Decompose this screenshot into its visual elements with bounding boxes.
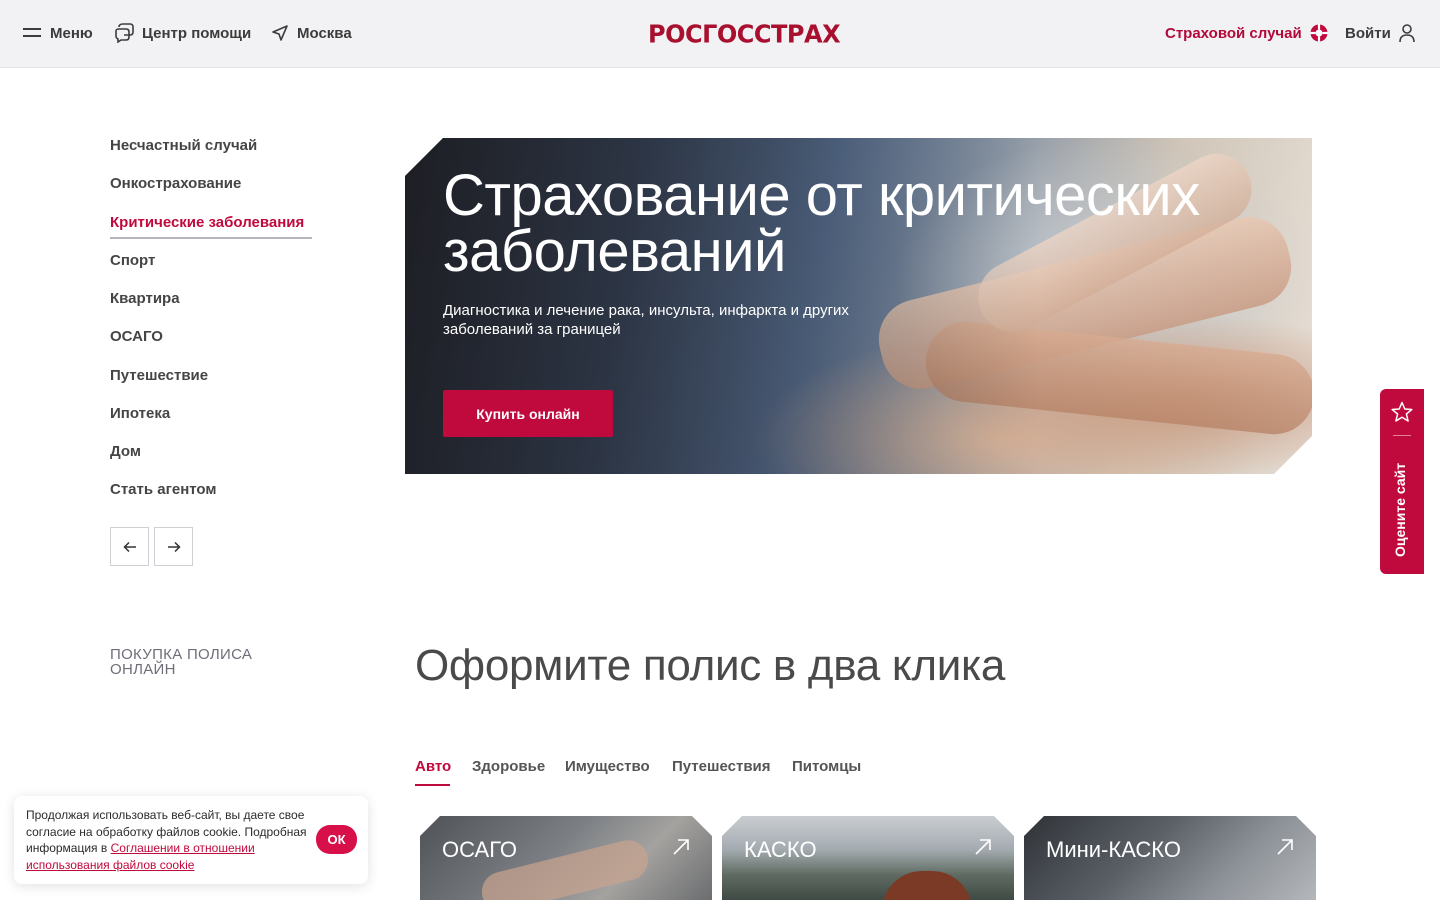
tab-travel[interactable]: Путешествия (672, 758, 771, 775)
sidebar-item-critical-illness[interactable]: Критические заболевания (110, 214, 304, 231)
menu-label: Меню (50, 24, 93, 42)
cookie-notice: Продолжая использовать веб-сайт, вы дает… (14, 796, 368, 884)
next-slide-button[interactable] (154, 527, 193, 566)
tab-property[interactable]: Имущество (565, 758, 650, 775)
active-tab-underline (415, 784, 450, 786)
insurance-claim-label: Страховой случай (1165, 24, 1302, 42)
star-icon (1391, 401, 1413, 422)
arrow-up-right-icon (974, 838, 992, 856)
sidebar-item-oncology[interactable]: Онкострахование (110, 175, 241, 192)
hero-title: Страхование от критических заболеваний (443, 163, 1200, 284)
arrow-up-right-icon (1276, 838, 1294, 856)
cookie-text: Продолжая использовать веб-сайт, вы дает… (26, 808, 307, 872)
active-item-underline (110, 237, 312, 239)
login-button[interactable]: Войти (1345, 22, 1423, 44)
prev-slide-button[interactable] (110, 527, 149, 566)
arrow-right-icon (167, 541, 181, 552)
tab-pets[interactable]: Питомцы (792, 758, 861, 775)
sidebar-item-house[interactable]: Дом (110, 443, 141, 460)
product-card-osago[interactable]: ОСАГО (420, 816, 712, 900)
hero-subtitle: Диагностика и лечение рака, инсульта, ин… (443, 302, 849, 338)
sidebar-item-accident[interactable]: Несчастный случай (110, 137, 257, 154)
help-center-label: Центр помощи (142, 24, 252, 42)
user-icon (1398, 23, 1415, 42)
sidebar-item-mortgage[interactable]: Ипотека (110, 405, 170, 422)
city-selector[interactable]: Москва (271, 22, 352, 44)
sidebar-item-osago[interactable]: ОСАГО (110, 328, 163, 345)
sidebar-item-apartment[interactable]: Квартира (110, 290, 180, 307)
sidebar-item-sport[interactable]: Спорт (110, 252, 155, 269)
lifebuoy-icon (1310, 24, 1328, 42)
product-card-title: Мини-КАСКО (1046, 837, 1181, 862)
rate-site-label: Оцените сайт (1392, 462, 1408, 557)
login-label: Войти (1345, 24, 1391, 42)
section-label: ПОКУПКА ПОЛИСА ОНЛАЙН (110, 646, 253, 678)
arrow-left-icon (122, 541, 136, 552)
sidebar-item-become-agent[interactable]: Стать агентом (110, 481, 216, 498)
rate-site-tab[interactable]: Оцените сайт (1380, 389, 1424, 574)
buy-online-button[interactable]: Купить онлайн (443, 390, 613, 437)
insurance-claim-link[interactable]: Страховой случай (1165, 22, 1336, 44)
sidebar-item-travel[interactable]: Путешествие (110, 367, 208, 384)
help-center-link[interactable]: Центр помощи (115, 22, 251, 44)
hamburger-icon (23, 28, 41, 37)
product-card-mini-kasko[interactable]: Мини-КАСКО (1024, 816, 1316, 900)
tab-auto[interactable]: Авто (415, 758, 451, 775)
cookie-ok-button[interactable]: ОК (316, 825, 357, 854)
tab-health[interactable]: Здоровье (472, 758, 545, 775)
help-chat-icon (115, 23, 134, 43)
rosgosstrakh-logo[interactable]: РОСГОССТРАХ (648, 19, 841, 48)
header: Меню Центр помощи Москва РОСГОССТРАХ Стр… (0, 0, 1440, 68)
product-card-title: ОСАГО (442, 837, 517, 862)
location-arrow-icon (272, 25, 288, 41)
city-label: Москва (297, 24, 352, 42)
product-card-kasko[interactable]: КАСКО (722, 816, 1014, 900)
section-title: Оформите полис в два клика (415, 641, 1006, 690)
hero-banner: Страхование от критических заболеваний Д… (405, 138, 1312, 474)
menu-button[interactable]: Меню (22, 22, 93, 44)
product-card-title: КАСКО (744, 837, 817, 862)
arrow-up-right-icon (672, 838, 690, 856)
